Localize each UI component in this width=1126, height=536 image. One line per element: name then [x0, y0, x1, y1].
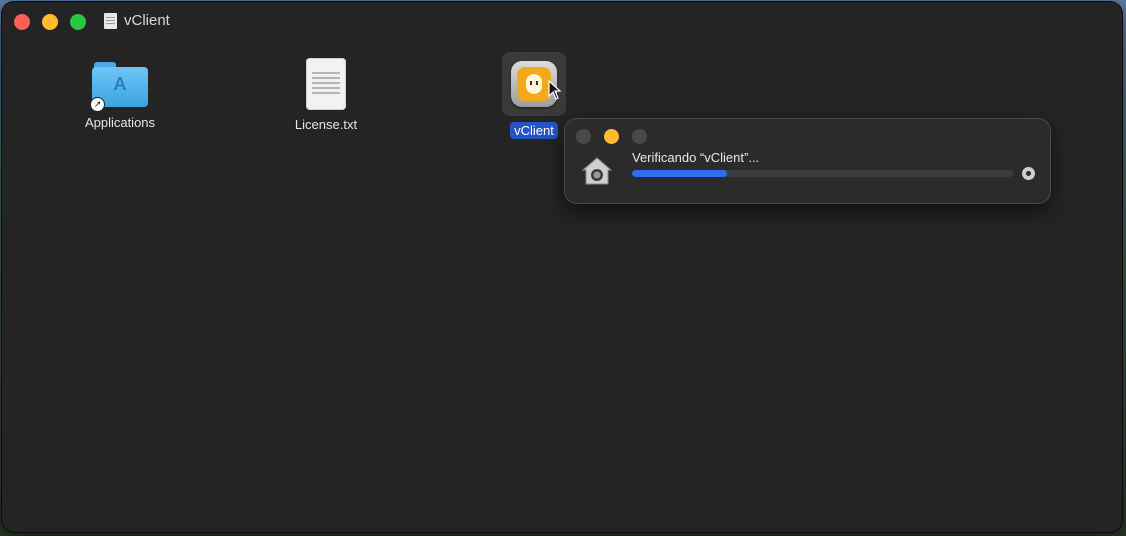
mouse-cursor-icon [548, 80, 562, 100]
disk-image-icon [104, 12, 117, 29]
stop-icon [1026, 171, 1031, 176]
stop-verify-button[interactable] [1022, 167, 1035, 180]
item-license[interactable]: License.txt [282, 58, 370, 133]
verify-progress-bar [632, 170, 1013, 177]
alias-arrow-icon: ↗ [90, 97, 105, 112]
close-button[interactable] [14, 14, 30, 30]
minimize-button[interactable] [604, 129, 619, 144]
finder-window: vClient A ↗ Applications License.txt vCl… [2, 2, 1122, 532]
window-title: vClient [124, 12, 170, 29]
close-button[interactable] [576, 129, 591, 144]
text-file-icon [306, 58, 346, 110]
item-applications[interactable]: A ↗ Applications [76, 56, 164, 131]
minimize-button[interactable] [42, 14, 58, 30]
verify-window: Verificando “vClient”... [565, 119, 1050, 203]
window-title-group: vClient [104, 12, 170, 29]
verify-message: Verificando “vClient”... [632, 150, 760, 165]
item-label: License.txt [294, 117, 358, 132]
applications-folder-icon: A ↗ [90, 62, 148, 112]
zoom-button[interactable] [632, 129, 647, 144]
verify-progress-fill [632, 170, 728, 177]
security-house-icon [581, 157, 613, 185]
item-label: Applications [84, 115, 156, 130]
item-label: vClient [510, 122, 558, 139]
zoom-button[interactable] [70, 14, 86, 30]
titlebar[interactable]: vClient [2, 2, 1122, 42]
